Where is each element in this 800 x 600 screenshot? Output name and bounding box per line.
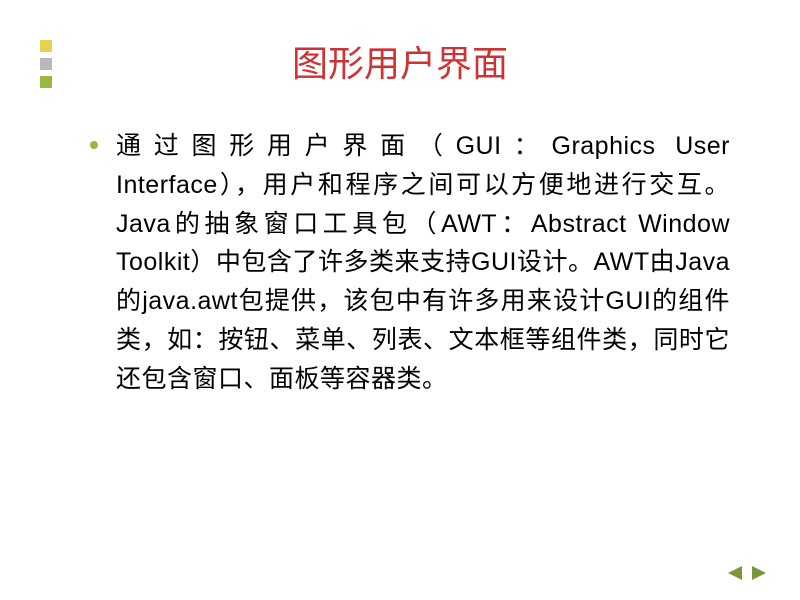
prev-button[interactable] bbox=[724, 564, 744, 582]
title-decoration bbox=[40, 40, 52, 88]
title-row: 图形用户界面 bbox=[40, 35, 760, 87]
square-bullet-icon bbox=[40, 40, 52, 52]
body-text: 通过图形用户界面（GUI：Graphics User Interface），用户… bbox=[116, 127, 730, 398]
bullet-icon bbox=[90, 141, 98, 149]
square-bullet-icon bbox=[40, 76, 52, 88]
triangle-left-icon bbox=[724, 564, 744, 582]
triangle-right-icon bbox=[750, 564, 770, 582]
square-bullet-icon bbox=[40, 58, 52, 70]
slide-content: 通过图形用户界面（GUI：Graphics User Interface），用户… bbox=[40, 127, 760, 398]
next-button[interactable] bbox=[750, 564, 770, 582]
slide-title: 图形用户界面 bbox=[292, 35, 508, 87]
bullet-item: 通过图形用户界面（GUI：Graphics User Interface），用户… bbox=[90, 127, 730, 398]
navigation-controls bbox=[724, 564, 770, 582]
slide-container: 图形用户界面 通过图形用户界面（GUI：Graphics User Interf… bbox=[0, 0, 800, 600]
